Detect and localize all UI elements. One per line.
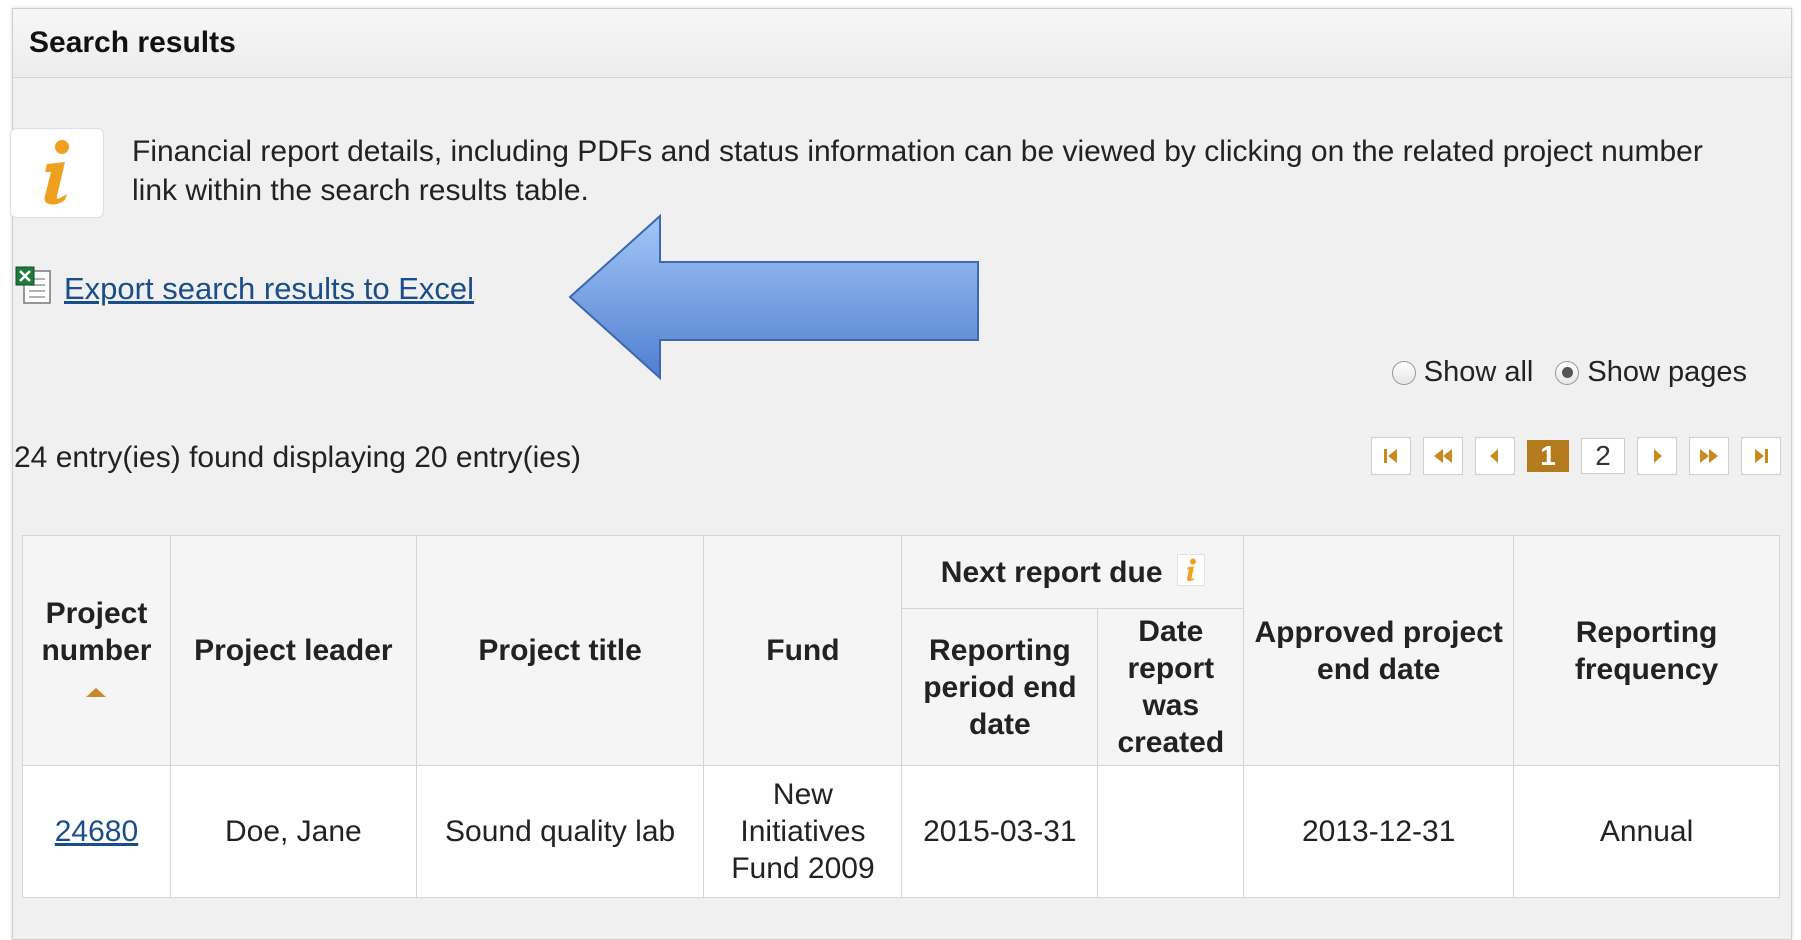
panel-title: Search results (13, 9, 1791, 78)
cell-project-title: Sound quality lab (415, 765, 705, 898)
cell-fund: New Initiatives Fund 2009 (703, 765, 903, 898)
header-reporting-frequency[interactable]: Reporting frequency (1513, 535, 1780, 766)
header-project-number-label: Project number (41, 597, 152, 667)
table-row: 24680 Doe, Jane Sound quality lab New In… (22, 765, 1780, 898)
previous-block-button[interactable] (1423, 437, 1463, 475)
sort-ascending-icon (86, 688, 107, 697)
view-toggle: Show all Show pages (1391, 356, 1747, 389)
pagination: 1 2 (1371, 437, 1781, 475)
first-page-button[interactable] (1371, 437, 1411, 475)
show-all-radio[interactable] (1391, 360, 1416, 385)
previous-page-button[interactable] (1475, 437, 1515, 475)
info-icon (10, 128, 104, 218)
entries-summary: 24 entry(ies) found displaying 20 entry(… (14, 441, 581, 474)
left-arrow-annotation (566, 212, 986, 387)
cell-date-report-created (1097, 765, 1245, 898)
header-next-report-due-label: Next report due (940, 555, 1163, 589)
header-reporting-period-end-date[interactable]: Reporting period end date (901, 608, 1099, 766)
first-page-icon (1384, 449, 1397, 463)
results-table: Project number Project leader Project ti… (22, 535, 1780, 898)
current-page: 1 (1527, 440, 1569, 472)
project-number-link[interactable]: 24680 (55, 815, 138, 848)
header-approved-end-date[interactable]: Approved project end date (1243, 535, 1515, 766)
last-page-button[interactable] (1741, 437, 1781, 475)
info-icon[interactable] (1176, 553, 1205, 586)
chevron-left-icon (1490, 449, 1498, 463)
double-chevron-left-icon (1434, 449, 1452, 463)
next-block-button[interactable] (1689, 437, 1729, 475)
cell-reporting-period-end-date: 2015-03-31 (901, 765, 1099, 898)
header-fund[interactable]: Fund (703, 535, 903, 766)
export-to-excel-link[interactable]: Export search results to Excel (64, 271, 474, 307)
header-project-number[interactable]: Project number (22, 535, 171, 766)
cell-reporting-frequency: Annual (1513, 765, 1780, 898)
header-next-report-due: Next report due (901, 535, 1245, 609)
cell-project-leader: Doe, Jane (169, 765, 417, 898)
show-pages-radio[interactable] (1555, 360, 1580, 385)
info-message: Financial report details, including PDFs… (132, 135, 1703, 207)
next-page-button[interactable] (1637, 437, 1677, 475)
excel-icon[interactable] (14, 265, 54, 312)
show-all-label[interactable]: Show all (1424, 356, 1534, 389)
last-page-icon (1755, 449, 1768, 463)
header-project-title[interactable]: Project title (415, 535, 705, 766)
header-project-leader[interactable]: Project leader (169, 535, 417, 766)
header-date-report-created[interactable]: Date report was created (1097, 608, 1245, 766)
page-2-link[interactable]: 2 (1581, 438, 1625, 474)
export-row: Export search results to Excel (14, 265, 474, 312)
double-chevron-right-icon (1700, 449, 1718, 463)
chevron-right-icon (1654, 449, 1662, 463)
cell-project-number: 24680 (22, 765, 171, 898)
show-pages-label[interactable]: Show pages (1587, 356, 1747, 389)
cell-approved-end-date: 2013-12-31 (1243, 765, 1515, 898)
